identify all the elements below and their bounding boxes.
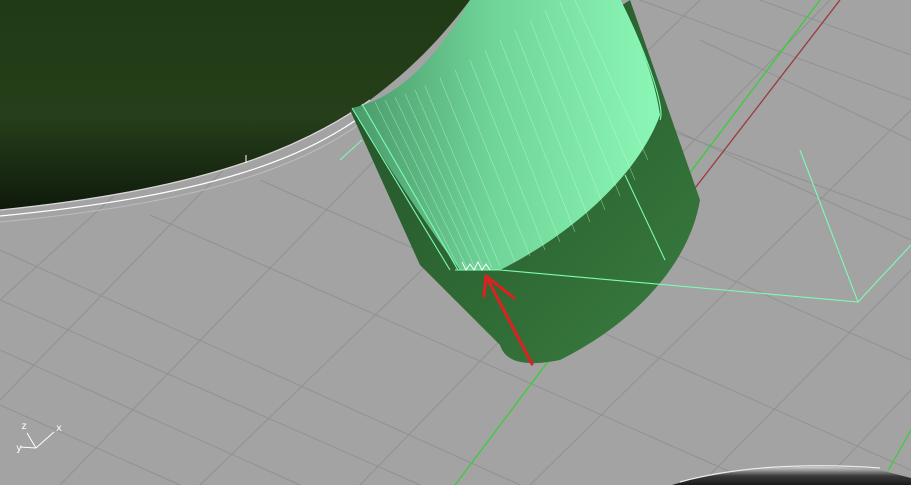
axis-label-y: y — [16, 443, 23, 454]
axis-label-z: z — [21, 421, 28, 432]
axis-widget — [19, 431, 55, 449]
axis-label-x: x — [56, 423, 63, 434]
perspective-viewport[interactable]: z x y — [0, 0, 911, 485]
scene-canvas[interactable] — [0, 0, 911, 485]
